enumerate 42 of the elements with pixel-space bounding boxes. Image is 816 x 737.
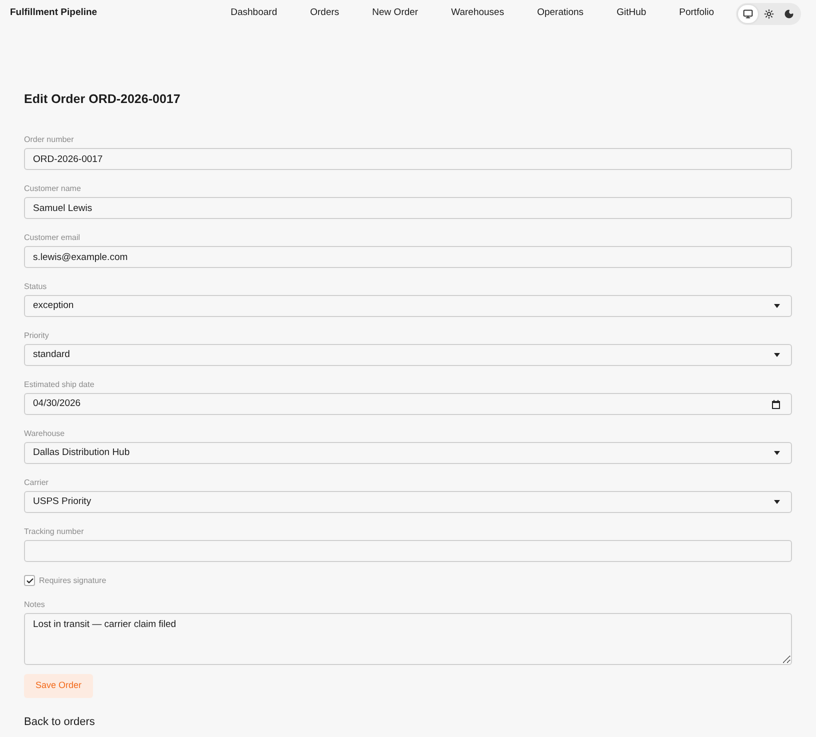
checkbox-label: Requires signature xyxy=(39,575,106,586)
calendar-icon xyxy=(772,400,780,408)
check-icon xyxy=(26,576,34,584)
field-label: Notes xyxy=(24,599,46,610)
back-link[interactable]: Back to orders xyxy=(24,716,95,728)
caret-icon xyxy=(774,451,780,455)
field-label: Customer email xyxy=(24,232,82,243)
nav-link[interactable]: Operations xyxy=(537,6,584,20)
select-field[interactable]: standard xyxy=(24,344,792,366)
field-label: Priority xyxy=(24,330,50,341)
nav-link[interactable]: Orders xyxy=(310,6,340,20)
field-label: Estimated ship date xyxy=(24,379,96,390)
page-title: Edit Order ORD-2026-0017 xyxy=(24,91,182,107)
field-label: Customer name xyxy=(24,183,82,194)
checkbox[interactable] xyxy=(24,575,35,586)
nav-link[interactable]: Warehouses xyxy=(451,6,504,20)
nav-link[interactable]: Dashboard xyxy=(230,6,278,20)
theme-option[interactable] xyxy=(738,4,758,22)
caret-icon xyxy=(774,353,780,357)
nav-link[interactable]: GitHub xyxy=(616,6,646,20)
field-label: Carrier xyxy=(24,477,50,488)
text-field[interactable]: Samuel Lewis xyxy=(24,197,792,219)
field-label: Order number xyxy=(24,134,75,145)
sun-icon xyxy=(764,8,774,18)
field-label: Warehouse xyxy=(24,428,66,439)
text-field[interactable] xyxy=(24,540,792,562)
brand-title[interactable]: Fulfillment Pipeline xyxy=(10,6,98,20)
caret-icon xyxy=(774,304,780,308)
notes-field[interactable]: Lost in transit — carrier claim filed xyxy=(24,613,792,665)
caret-icon xyxy=(774,500,780,504)
select-field[interactable]: USPS Priority xyxy=(24,491,792,513)
text-field[interactable]: s.lewis@example.com xyxy=(24,246,792,268)
field-label: Status xyxy=(24,281,48,292)
nav-link[interactable]: New Order xyxy=(372,6,418,20)
moon-icon xyxy=(784,8,794,18)
text-field[interactable]: ORD-2026-0017 xyxy=(24,148,792,170)
monitor-icon xyxy=(742,8,753,18)
select-field[interactable]: exception xyxy=(24,295,792,317)
nav-link[interactable]: Portfolio xyxy=(679,6,714,20)
field-label: Tracking number xyxy=(24,526,85,537)
date-field[interactable]: 04/30/2026 xyxy=(24,393,792,415)
select-field[interactable]: Dallas Distribution Hub xyxy=(24,442,792,464)
